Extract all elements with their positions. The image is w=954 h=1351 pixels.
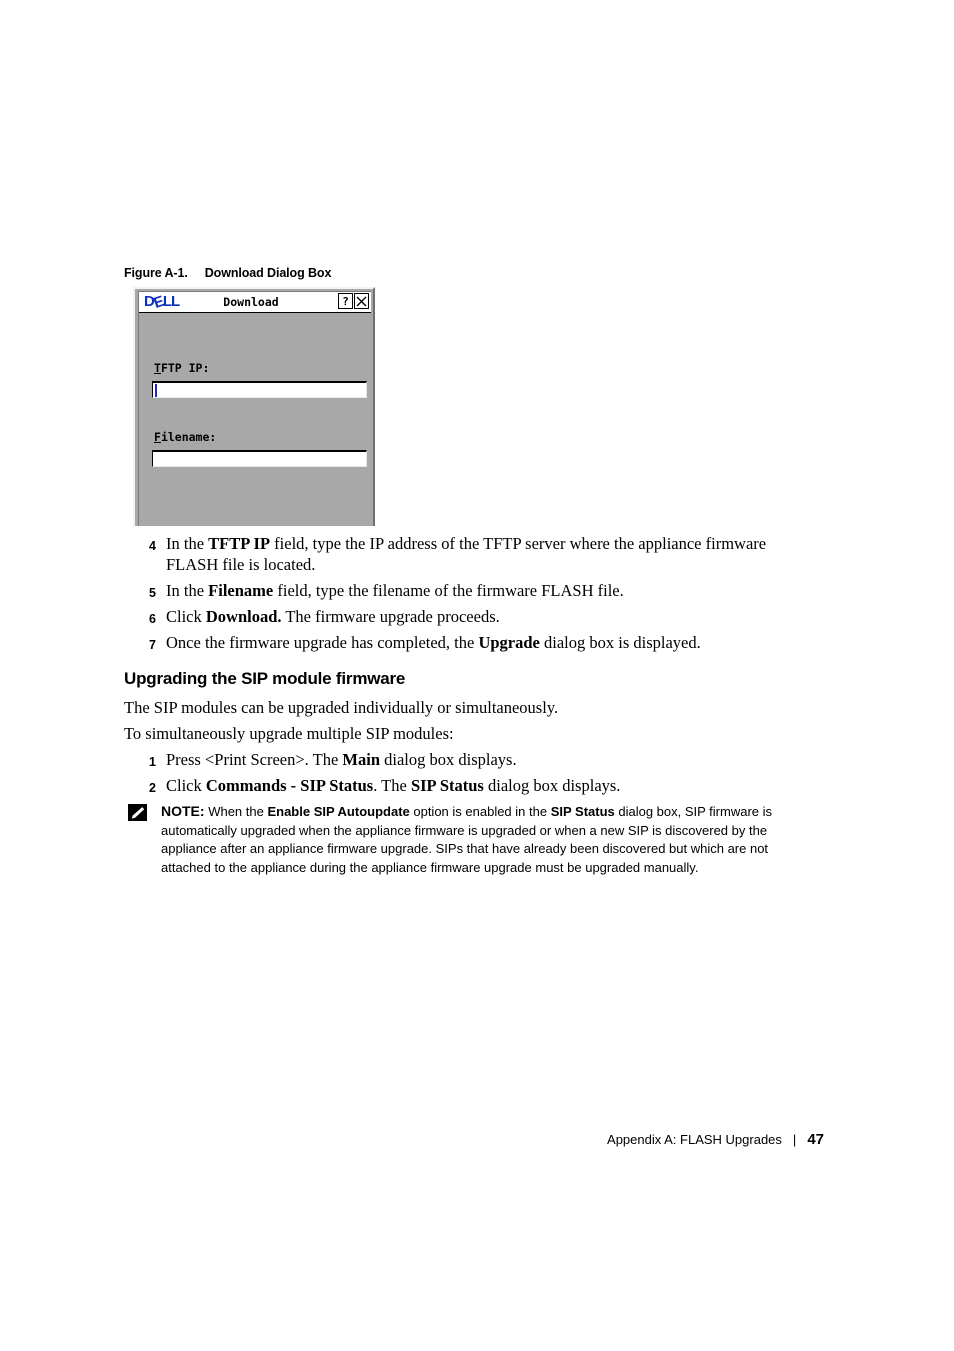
note-text: NOTE: When the Enable SIP Autoupdate opt… xyxy=(161,802,808,877)
list-item: 2 Click Commands - SIP Status. The SIP S… xyxy=(140,775,800,796)
list-item: 4 In the TFTP IP field, type the IP addr… xyxy=(140,533,800,575)
dialog-titlebar: DELL Download ? xyxy=(139,292,371,313)
steps-list-sip: 1 Press <Print Screen>. The Main dialog … xyxy=(140,749,800,801)
download-dialog: DELL Download ? TFTP IP: Filename: xyxy=(133,287,375,526)
step-text: Click Commands - SIP Status. The SIP Sta… xyxy=(166,776,621,795)
filename-label: Filename: xyxy=(154,430,217,444)
step-text: In the TFTP IP field, type the IP addres… xyxy=(166,534,767,574)
footer-chapter: Appendix A: FLASH Upgrades xyxy=(607,1132,782,1147)
list-item: 5 In the Filename field, type the filena… xyxy=(140,580,800,601)
section-paragraph-2: To simultaneously upgrade multiple SIP m… xyxy=(124,724,454,743)
dialog-body: TFTP IP: Filename: Download xyxy=(139,313,371,526)
section-heading: Upgrading the SIP module firmware xyxy=(124,669,406,688)
list-item: 6 Click Download. The firmware upgrade p… xyxy=(140,606,800,627)
section-paragraph-1: The SIP modules can be upgraded individu… xyxy=(124,698,559,717)
footer-separator: | xyxy=(792,1132,797,1147)
step-number: 1 xyxy=(149,755,156,769)
pencil-icon xyxy=(128,804,147,821)
footer-page-number: 47 xyxy=(807,1131,824,1148)
tftp-ip-label: TFTP IP: xyxy=(154,361,210,375)
note-label: NOTE: xyxy=(161,803,205,819)
figure-number: Figure A-1. xyxy=(124,266,188,280)
figure-title: Download Dialog Box xyxy=(204,266,332,280)
document-page: Figure A-1. Download Dialog Box DELL Down… xyxy=(0,0,954,1351)
note-callout: NOTE: When the Enable SIP Autoupdate opt… xyxy=(128,802,808,877)
step-number: 4 xyxy=(149,539,156,553)
tftp-ip-input[interactable] xyxy=(152,381,367,398)
filename-input[interactable] xyxy=(152,450,367,467)
step-number: 2 xyxy=(149,781,156,795)
page-footer: Appendix A: FLASH Upgrades | 47 xyxy=(0,1131,954,1148)
dialog-title: Download xyxy=(223,295,279,309)
step-text: Click Download. The firmware upgrade pro… xyxy=(166,607,500,626)
step-text: Press <Print Screen>. The Main dialog bo… xyxy=(166,750,517,769)
list-item: 1 Press <Print Screen>. The Main dialog … xyxy=(140,749,800,770)
figure-caption: Figure A-1. Download Dialog Box xyxy=(124,266,331,280)
titlebar-buttons: ? xyxy=(338,293,369,309)
step-number: 7 xyxy=(149,638,156,652)
text-caret xyxy=(155,384,157,397)
step-text: In the Filename field, type the filename… xyxy=(166,581,624,600)
close-icon[interactable] xyxy=(354,293,369,309)
note-body-text: When the Enable SIP Autoupdate option is… xyxy=(161,804,773,875)
step-number: 6 xyxy=(149,612,156,626)
step-text: Once the firmware upgrade has completed,… xyxy=(166,633,701,652)
list-item: 7 Once the firmware upgrade has complete… xyxy=(140,632,800,653)
steps-list-continued: 4 In the TFTP IP field, type the IP addr… xyxy=(140,533,800,658)
step-number: 5 xyxy=(149,586,156,600)
help-icon[interactable]: ? xyxy=(338,293,353,309)
dialog-inner: DELL Download ? TFTP IP: Filename: xyxy=(138,291,371,526)
